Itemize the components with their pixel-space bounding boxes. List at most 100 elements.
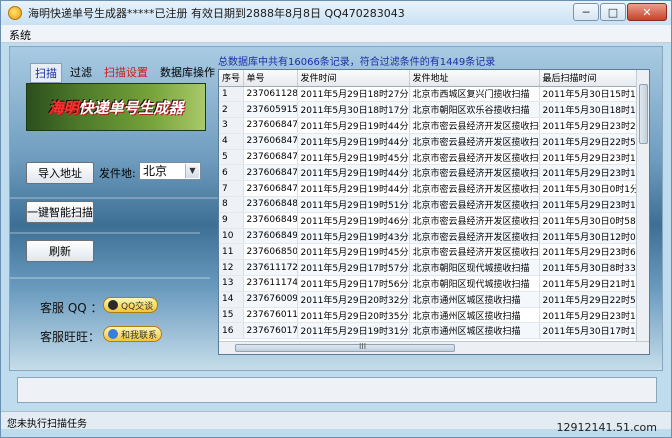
- banner-text: 海明快递单号生成器: [48, 98, 184, 117]
- table-cell: 2011年5月29日19时45分10: [297, 243, 410, 261]
- refresh-button[interactable]: 刷新: [26, 240, 94, 262]
- column-header-last-scan[interactable]: 最后扫描时间: [539, 70, 649, 87]
- table-row[interactable]: 1623767601722011年5月29日19时31分5北京市通州区城区揽收扫…: [219, 322, 649, 340]
- table-cell: 2376111748: [243, 275, 298, 292]
- table-row[interactable]: 1223761117292011年5月29日17时57分2北京市朝阳区现代城揽收…: [219, 259, 649, 277]
- table-cell: 4: [219, 133, 244, 150]
- wangwang-contact-badge[interactable]: 和我联系: [103, 326, 163, 342]
- table-cell: 2011年5月29日19时44分44: [297, 180, 410, 198]
- table-cell: 北京市朝阳区欢乐谷揽收扫描: [409, 101, 540, 119]
- maximize-button[interactable]: □: [600, 3, 626, 21]
- table-cell: 11: [219, 243, 244, 261]
- column-header-send-time[interactable]: 发件时间: [297, 70, 410, 87]
- minimize-button[interactable]: ─: [573, 3, 599, 21]
- column-header-index[interactable]: 序号: [219, 70, 244, 87]
- vertical-scrollbar[interactable]: [636, 70, 649, 342]
- main-panel: 扫描 过滤 扫描设置 数据库操作 海明快递单号生成器 导入地址 发件地: 北京 …: [9, 46, 663, 371]
- table-row[interactable]: 423760684762011年5月29日19时44分34北京市密云县经济开发区…: [219, 133, 649, 150]
- app-logo-banner: 海明快递单号生成器: [26, 83, 206, 131]
- table-cell: 2011年5月29日23时13分: [539, 149, 649, 166]
- table-row[interactable]: 1123760685002011年5月29日19时45分10北京市密云县经济开发…: [219, 243, 649, 261]
- table-cell: 2011年5月29日19时46分0: [297, 212, 410, 229]
- table-row[interactable]: 823760684802011年5月29日19时51分34北京市密云县经济开发区…: [219, 196, 649, 213]
- table-cell: 2011年5月29日17时56分4: [297, 275, 410, 292]
- qq-badge-label: QQ交谈: [121, 301, 154, 312]
- app-icon: [8, 6, 22, 20]
- table-cell: 2011年5月29日19时31分5: [297, 322, 410, 340]
- table-row[interactable]: 1423767600912011年5月29日20时32分50北京市通州区城区揽收…: [219, 291, 649, 308]
- table-cell: 5: [219, 149, 244, 166]
- table-row[interactable]: 1323761117482011年5月29日17时56分4北京市朝阳区现代城揽收…: [219, 275, 649, 292]
- table-row[interactable]: 1023760684962011年5月29日19时43分5北京市密云县经济开发区…: [219, 228, 649, 245]
- table-cell: 2011年5月29日19时44分44: [297, 164, 410, 182]
- records-grid[interactable]: 序号 单号 发件时间 发件地址 最后扫描时间 123706112802011年5…: [218, 69, 650, 355]
- table-cell: 2011年5月29日22时55分: [539, 291, 649, 308]
- table-cell: 北京市密云县经济开发区揽收扫描: [409, 133, 540, 150]
- table-row[interactable]: 623760684782011年5月29日19时44分44北京市密云县经济开发区…: [219, 164, 649, 182]
- table-cell: 3: [219, 117, 244, 134]
- table-cell: 2376059153: [243, 101, 298, 119]
- scroll-grip: III: [359, 342, 367, 351]
- smart-scan-button[interactable]: 一键智能扫描: [26, 201, 94, 223]
- table-cell: 2011年5月29日17时57分2: [297, 259, 410, 277]
- support-wangwang-label: 客服旺旺：: [40, 330, 101, 344]
- table-cell: 2011年5月29日19时44分34: [297, 133, 410, 150]
- tab-scan-settings[interactable]: 扫描设置: [100, 63, 152, 83]
- table-cell: 2376760112: [243, 307, 298, 324]
- background-wave: [10, 277, 210, 279]
- sender-label: 发件地:: [99, 167, 136, 180]
- scroll-thumb[interactable]: [235, 344, 455, 352]
- sender-city-select[interactable]: 北京 ▼: [139, 162, 201, 180]
- app-window: 海明快递单号生成器*****已注册 有效日期到2888年8月8日 QQ47028…: [0, 0, 672, 438]
- table-row[interactable]: 723760684792011年5月29日19时44分44北京市密云县经济开发区…: [219, 180, 649, 198]
- table-cell: 14: [219, 291, 244, 308]
- table-cell: 北京市通州区城区揽收扫描: [409, 291, 540, 308]
- menu-system[interactable]: 系统: [9, 27, 31, 43]
- scroll-thumb[interactable]: [639, 84, 648, 144]
- log-output-box[interactable]: [17, 377, 657, 403]
- table-row[interactable]: 1523767601122011年5月29日20时35分40北京市通州区城区揽收…: [219, 307, 649, 324]
- tab-strip: 扫描 过滤 扫描设置 数据库操作: [30, 63, 223, 83]
- table-cell: 2011年5月30日17时14分: [539, 322, 649, 340]
- table-cell: 2376068480: [243, 196, 298, 213]
- table-cell: 2011年5月29日20时32分50: [297, 291, 410, 308]
- table-row[interactable]: 323760684752011年5月29日19时44分28北京市密云县经济开发区…: [219, 117, 649, 134]
- table-cell: 2011年5月29日19时45分16: [297, 149, 410, 166]
- table-cell: 2376760172: [243, 322, 298, 340]
- table-row[interactable]: 923760684982011年5月29日19时46分0北京市密云县经济开发区揽…: [219, 212, 649, 229]
- table-cell: 2376068475: [243, 117, 298, 134]
- table-body: 123706112802011年5月29日18时27分4北京市西城区复兴门揽收扫…: [219, 86, 649, 340]
- table-cell: 北京市密云县经济开发区揽收扫描: [409, 212, 540, 229]
- table-cell: 2376068477: [243, 149, 298, 166]
- tab-filter[interactable]: 过滤: [66, 63, 96, 83]
- horizontal-scrollbar[interactable]: III: [219, 341, 649, 354]
- table-cell: 2011年5月30日18时17分58: [297, 101, 410, 119]
- chevron-down-icon[interactable]: ▼: [185, 164, 199, 178]
- table-header-row: 序号 单号 发件时间 发件地址 最后扫描时间: [219, 70, 649, 87]
- table-cell: 7: [219, 180, 244, 198]
- table-cell: 北京市密云县经济开发区揽收扫描: [409, 243, 540, 261]
- table-cell: 2011年5月30日15时10分: [539, 86, 649, 103]
- table-cell: 8: [219, 196, 244, 213]
- qq-chat-badge[interactable]: QQ交谈: [103, 297, 159, 313]
- column-header-tracking-number[interactable]: 单号: [243, 70, 298, 87]
- table-cell: 2376111729: [243, 259, 298, 277]
- column-header-send-address[interactable]: 发件地址: [409, 70, 540, 87]
- table-row[interactable]: 123706112802011年5月29日18时27分4北京市西城区复兴门揽收扫…: [219, 86, 649, 103]
- close-button[interactable]: ✕: [627, 3, 667, 21]
- import-address-button[interactable]: 导入地址: [26, 162, 94, 184]
- background-wave: [10, 197, 220, 199]
- records-table: 序号 单号 发件时间 发件地址 最后扫描时间 123706112802011年5…: [219, 70, 649, 340]
- tab-database[interactable]: 数据库操作: [156, 63, 219, 83]
- table-cell: 2011年5月29日23时10分: [539, 307, 649, 324]
- table-cell: 2011年5月29日23时6分: [539, 243, 649, 261]
- tab-scan[interactable]: 扫描: [30, 63, 62, 83]
- table-cell: 北京市密云县经济开发区揽收扫描: [409, 228, 540, 245]
- table-cell: 6: [219, 164, 244, 182]
- table-cell: 15: [219, 307, 244, 324]
- table-row[interactable]: 523760684772011年5月29日19时45分16北京市密云县经济开发区…: [219, 149, 649, 166]
- table-row[interactable]: 223760591532011年5月30日18时17分58北京市朝阳区欢乐谷揽收…: [219, 101, 649, 119]
- table-cell: 2: [219, 101, 244, 119]
- title-bar[interactable]: 海明快递单号生成器*****已注册 有效日期到2888年8月8日 QQ47028…: [1, 1, 671, 25]
- table-cell: 2011年5月30日0时1分: [539, 180, 649, 198]
